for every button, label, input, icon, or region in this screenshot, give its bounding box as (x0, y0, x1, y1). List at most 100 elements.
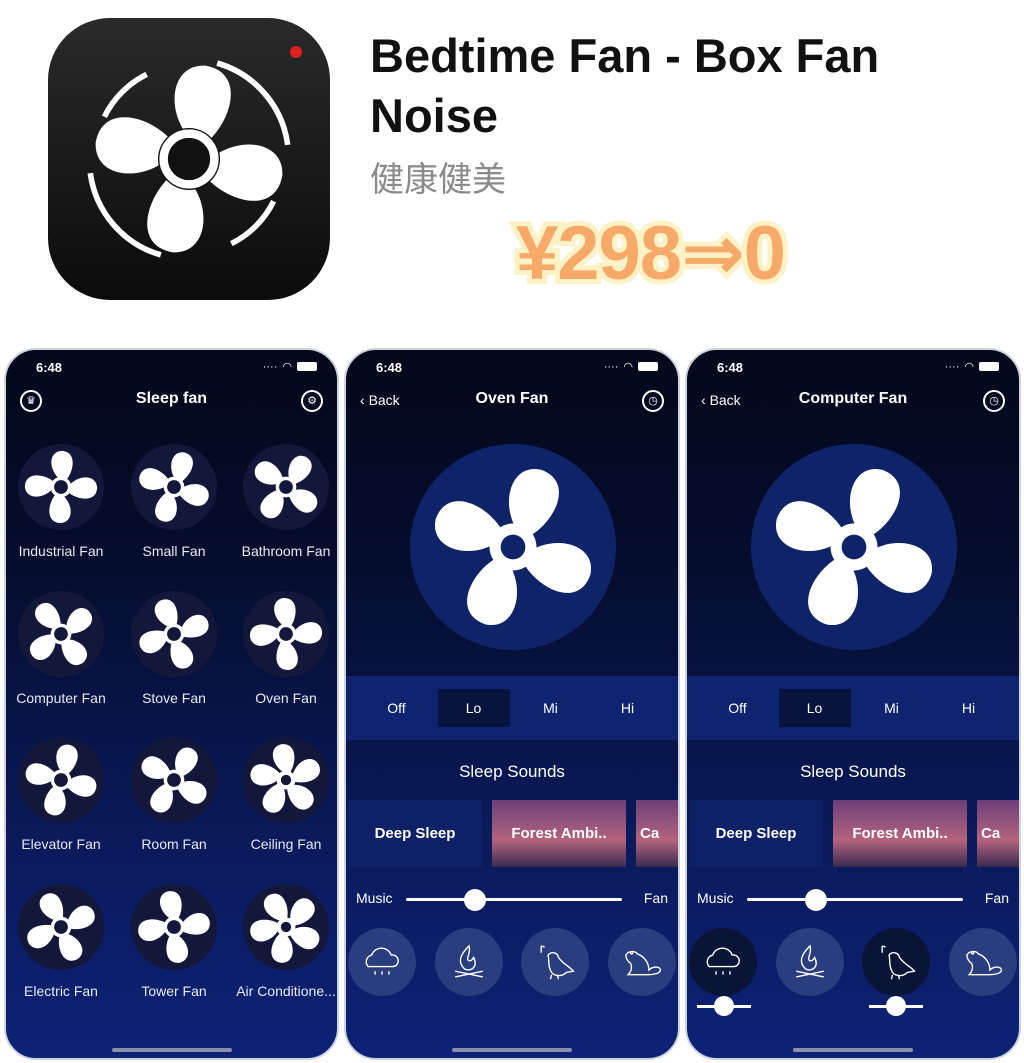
fan-option-oven-fan[interactable] (243, 591, 329, 677)
fan-option-industrial-fan[interactable] (18, 444, 104, 530)
sound-card-deep-sleep[interactable]: Deep Sleep (348, 800, 482, 867)
fan-label: Bathroom Fan (241, 543, 331, 559)
speed-mi[interactable]: Mi (515, 689, 587, 727)
back-label: Back (709, 392, 741, 408)
mix-track[interactable] (747, 889, 963, 911)
campfire-sound-button[interactable] (775, 928, 844, 996)
timer-icon[interactable]: ◷ (642, 390, 664, 412)
volume-knob[interactable] (714, 996, 734, 1016)
fan-icon (131, 884, 217, 970)
fan-label: Room Fan (141, 836, 207, 852)
sound-card-partial[interactable]: Ca (977, 800, 1019, 867)
fan-option-bathroom-fan[interactable] (243, 444, 329, 530)
mix-knob[interactable] (464, 889, 487, 911)
speed-lo[interactable]: Lo (437, 689, 510, 727)
fan-option-electric-fan[interactable] (18, 884, 104, 970)
mix-track[interactable] (406, 889, 622, 911)
sound-volume-slider[interactable] (697, 996, 751, 1016)
fan-option-room-fan[interactable] (131, 737, 217, 823)
bird-icon (540, 945, 575, 980)
speed-off[interactable]: Off (361, 689, 433, 727)
mix-label-fan: Fan (984, 890, 1009, 906)
fan-toggle[interactable] (751, 444, 957, 650)
mix-label-fan: Fan (643, 890, 668, 906)
fan-label: Oven Fan (255, 690, 317, 706)
campfire-icon (795, 944, 824, 978)
back-button[interactable]: ‹ Back (360, 392, 400, 408)
rain-sound-button[interactable] (689, 928, 757, 996)
screen-oven-fan: 6:48 ···· ◠ ‹ Back Oven Fan ◷ Off Lo Mi H… (344, 348, 680, 1060)
price-promo: ¥298⇒0 (511, 206, 791, 301)
speed-lo[interactable]: Lo (778, 689, 851, 727)
campfire-icon (454, 944, 483, 978)
fan-label: Stove Fan (142, 690, 206, 706)
sound-card-forest-ambience[interactable]: Forest Ambi.. (833, 800, 967, 867)
section-title: Sleep Sounds (800, 762, 906, 781)
speed-selector: Off Lo Mi Hi (346, 676, 678, 740)
page-title: Sleep fan (135, 390, 208, 407)
speed-hi[interactable]: Hi (933, 689, 1005, 727)
fan-icon (243, 737, 329, 823)
fan-option-stove-fan[interactable] (131, 591, 217, 677)
battery-icon (297, 362, 317, 371)
frog-sound-button[interactable] (607, 928, 676, 996)
frog-sound-button[interactable] (948, 928, 1017, 996)
gear-icon[interactable]: ⚙ (301, 390, 323, 412)
fan-option-elevator-fan[interactable] (18, 737, 104, 823)
frog-icon (625, 950, 662, 976)
bird-sound-button[interactable] (521, 928, 590, 996)
fan-icon (18, 444, 104, 530)
wifi-icon: ◠ (282, 361, 292, 373)
screen-computer-fan: 6:48 ···· ◠ ‹ Back Computer Fan ◷ Off Lo … (685, 348, 1021, 1060)
home-indicator (111, 1048, 232, 1052)
fan-icon (131, 444, 217, 530)
back-label: Back (368, 392, 400, 408)
section-title: Sleep Sounds (459, 762, 565, 781)
fan-option-air-conditione-[interactable] (243, 884, 329, 970)
back-button[interactable]: ‹ Back (701, 392, 741, 408)
fan-icon (410, 444, 616, 650)
speed-mi[interactable]: Mi (856, 689, 928, 727)
frog-icon (966, 950, 1003, 976)
mix-slider[interactable]: Music Fan (356, 889, 668, 911)
status-time: 6:48 (717, 360, 744, 375)
app-category: 健康健美 (370, 161, 506, 199)
fan-icon (243, 444, 329, 530)
fan-option-small-fan[interactable] (131, 444, 217, 530)
mix-slider[interactable]: Music Fan (697, 889, 1009, 911)
mix-knob[interactable] (805, 889, 828, 911)
timer-icon[interactable]: ◷ (983, 390, 1005, 412)
crown-icon[interactable]: ♛ (20, 390, 42, 412)
mix-label-music: Music (356, 890, 393, 906)
fan-option-ceiling-fan[interactable] (243, 737, 329, 823)
status-time: 6:48 (376, 360, 403, 375)
speed-hi[interactable]: Hi (592, 689, 664, 727)
sound-card-forest-ambience[interactable]: Forest Ambi.. (492, 800, 626, 867)
speed-off[interactable]: Off (702, 689, 774, 727)
app-title: Bedtime Fan - Box Fan Noise (370, 29, 880, 142)
sound-card-deep-sleep[interactable]: Deep Sleep (689, 800, 823, 867)
fan-icon (131, 591, 217, 677)
volume-knob[interactable] (886, 996, 906, 1016)
rain-sound-button[interactable] (348, 928, 416, 996)
mix-label-music: Music (697, 890, 734, 906)
status-icons: ···· ◠ (263, 360, 317, 373)
wifi-icon: ◠ (964, 361, 974, 373)
battery-icon (979, 362, 999, 371)
fan-toggle[interactable] (410, 444, 616, 650)
fan-label: Electric Fan (24, 983, 98, 999)
fan-option-computer-fan[interactable] (18, 591, 104, 677)
fan-label: Industrial Fan (18, 543, 104, 559)
sound-volume-slider[interactable] (869, 996, 923, 1016)
home-indicator (452, 1048, 572, 1052)
fan-option-tower-fan[interactable] (131, 884, 217, 970)
battery-icon (638, 362, 658, 371)
bird-sound-button[interactable] (862, 928, 931, 996)
fan-label: Tower Fan (141, 983, 207, 999)
fan-label: Computer Fan (16, 690, 106, 706)
screen-fan-list: 6:48 ···· ◠ ♛ Sleep fan ⚙ Industrial Fan S… (4, 348, 339, 1060)
sound-card-partial[interactable]: Ca (636, 800, 678, 867)
fan-label: Air Conditione... (236, 983, 336, 999)
campfire-sound-button[interactable] (434, 928, 503, 996)
fan-icon (18, 884, 104, 970)
